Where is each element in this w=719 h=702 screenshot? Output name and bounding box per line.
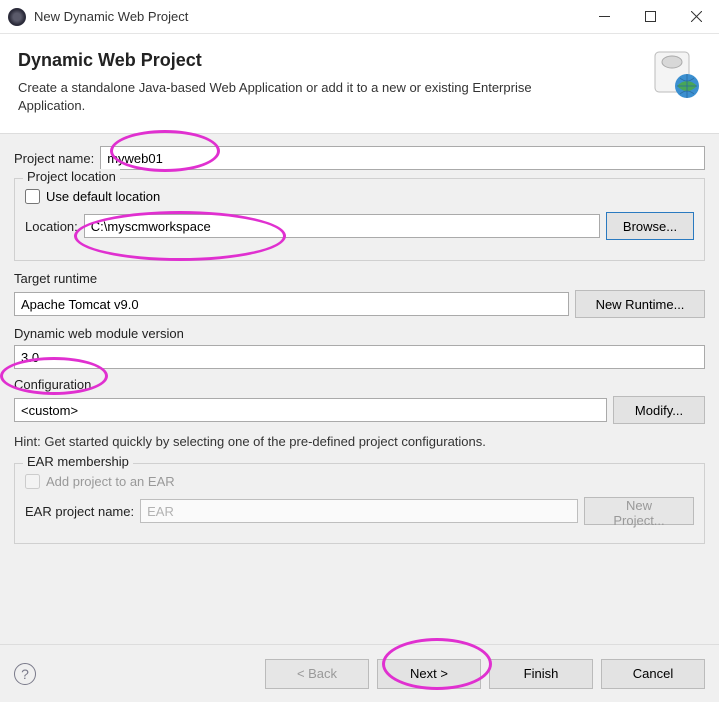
finish-button[interactable]: Finish (489, 659, 593, 689)
back-button: < Back (265, 659, 369, 689)
configuration-row: <custom> Modify... (14, 396, 705, 424)
project-location-group: Project location Use default location Lo… (14, 178, 705, 261)
configuration-label: Configuration (14, 377, 705, 392)
eclipse-app-icon (8, 8, 26, 26)
web-module-version-label: Dynamic web module version (14, 326, 705, 341)
ear-add-checkbox[interactable] (25, 474, 40, 489)
minimize-button[interactable] (581, 0, 627, 34)
project-name-row: Project name: (14, 146, 705, 170)
configuration-hint: Hint: Get started quickly by selecting o… (14, 434, 705, 449)
new-runtime-button[interactable]: New Runtime... (575, 290, 705, 318)
page-title: Dynamic Web Project (18, 50, 701, 71)
location-label: Location: (25, 219, 78, 234)
wizard-header: Dynamic Web Project Create a standalone … (0, 34, 719, 134)
project-location-group-label: Project location (23, 169, 120, 184)
target-runtime-select[interactable]: Apache Tomcat v9.0 (14, 292, 569, 316)
form-area: Project name: Project location Use defau… (0, 134, 719, 566)
ear-project-name-select: EAR (140, 499, 578, 523)
ear-group: EAR membership Add project to an EAR EAR… (14, 463, 705, 544)
modify-button[interactable]: Modify... (613, 396, 705, 424)
web-module-version-row: 3.0 (14, 345, 705, 369)
location-row: Location: Browse... (25, 212, 694, 240)
target-runtime-label: Target runtime (14, 271, 705, 286)
footer-buttons: < Back Next > Finish Cancel (265, 659, 705, 689)
cancel-button[interactable]: Cancel (601, 659, 705, 689)
window-controls (581, 0, 719, 34)
maximize-button[interactable] (627, 0, 673, 34)
ear-project-name-label: EAR project name: (25, 504, 134, 519)
configuration-select[interactable]: <custom> (14, 398, 607, 422)
next-button[interactable]: Next > (377, 659, 481, 689)
close-button[interactable] (673, 0, 719, 34)
project-name-input[interactable] (100, 146, 705, 170)
web-project-icon (649, 48, 701, 100)
page-description: Create a standalone Java-based Web Appli… (18, 79, 578, 115)
use-default-location-row: Use default location (25, 189, 694, 204)
ear-add-label: Add project to an EAR (46, 474, 175, 489)
titlebar: New Dynamic Web Project (0, 0, 719, 34)
target-runtime-row: Apache Tomcat v9.0 New Runtime... (14, 290, 705, 318)
project-name-label: Project name: (14, 151, 94, 166)
ear-group-label: EAR membership (23, 454, 133, 469)
use-default-location-label: Use default location (46, 189, 160, 204)
window-title: New Dynamic Web Project (34, 9, 188, 24)
help-icon[interactable]: ? (14, 663, 36, 685)
ear-add-row: Add project to an EAR (25, 474, 694, 489)
ear-new-project-button: New Project... (584, 497, 694, 525)
wizard-footer: ? < Back Next > Finish Cancel (0, 644, 719, 702)
web-module-version-select[interactable]: 3.0 (14, 345, 705, 369)
browse-button[interactable]: Browse... (606, 212, 694, 240)
ear-project-name-row: EAR project name: EAR New Project... (25, 497, 694, 525)
location-input[interactable] (84, 214, 600, 238)
use-default-location-checkbox[interactable] (25, 189, 40, 204)
